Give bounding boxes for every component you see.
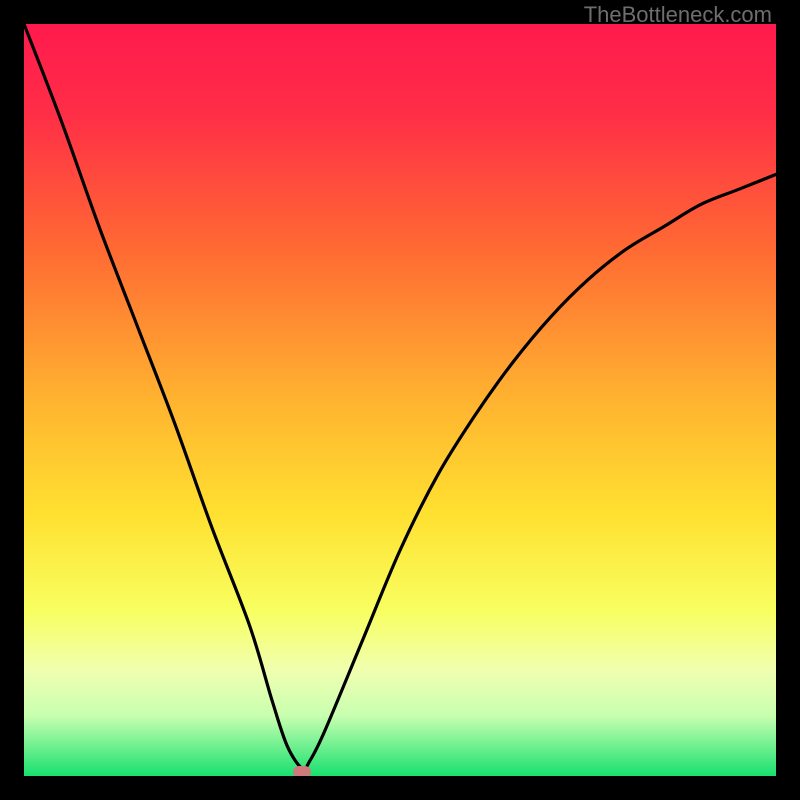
- plot-area: [24, 24, 776, 776]
- chart-frame: TheBottleneck.com: [0, 0, 800, 800]
- bottleneck-marker: [293, 766, 311, 776]
- bottleneck-curve: [24, 24, 776, 776]
- watermark-label: TheBottleneck.com: [584, 2, 772, 28]
